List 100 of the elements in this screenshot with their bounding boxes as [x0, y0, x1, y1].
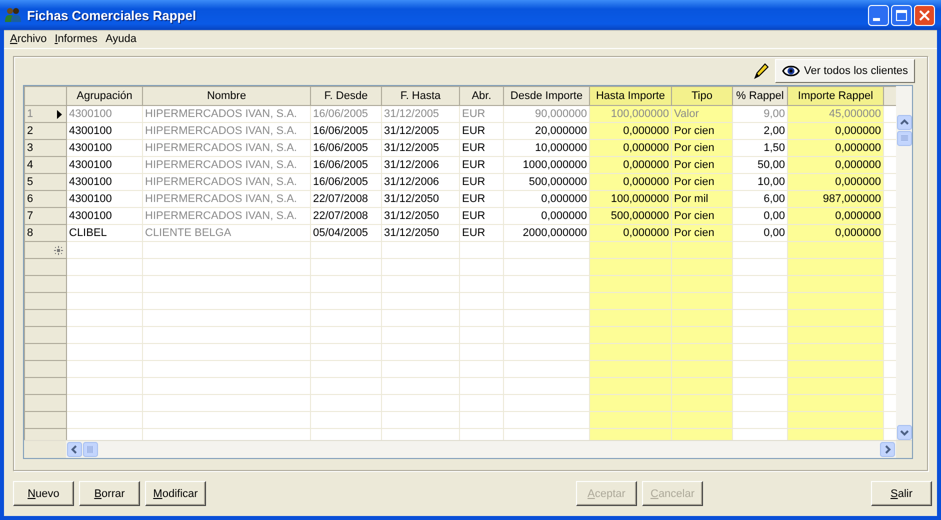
table-cell: 31/12/2050 [382, 208, 460, 224]
row-header[interactable]: 4 [24, 156, 66, 174]
close-icon[interactable] [914, 4, 935, 26]
table-cell: EUR [460, 122, 504, 140]
maximize-icon[interactable] [891, 4, 912, 26]
table-cell: 0,000000 [590, 174, 672, 190]
table-cell: 0,000000 [788, 174, 884, 190]
column-header[interactable]: Nombre [142, 86, 310, 106]
empty-header [884, 86, 896, 106]
pencil-icon[interactable] [753, 62, 770, 80]
table-cell: 16/06/2005 [310, 156, 382, 174]
table-cell: EUR [460, 106, 504, 122]
table-cell: Por cien [672, 122, 732, 140]
row-header[interactable]: 8 [24, 224, 66, 242]
action-button[interactable]: Borrar [79, 481, 140, 506]
scroll-thumb[interactable] [83, 442, 98, 457]
table-cell: EUR [460, 156, 504, 174]
table-cell: HIPERMERCADOS IVAN, S.A. [142, 140, 310, 156]
action-button[interactable]: Nuevo [13, 481, 74, 506]
table-cell: 10,000000 [504, 140, 590, 156]
scroll-right-icon[interactable] [880, 442, 895, 457]
row-header[interactable] [24, 242, 66, 258]
scroll-up-icon[interactable] [896, 115, 912, 130]
column-header[interactable]: % Rappel [732, 86, 788, 106]
action-button[interactable]: Modificar [145, 481, 206, 506]
table-cell: 31/12/2006 [382, 174, 460, 190]
column-header[interactable]: Abr. [460, 86, 504, 106]
table-cell: Por cien [672, 174, 732, 190]
view-all-button[interactable]: Ver todos los clientes [775, 59, 915, 83]
table-cell: 500,000000 [590, 208, 672, 224]
table-cell: CLIBEL [66, 224, 142, 242]
table-cell: 100,000000 [590, 190, 672, 208]
table-cell: HIPERMERCADOS IVAN, S.A. [142, 208, 310, 224]
menu-item[interactable]: Informes [50, 33, 102, 45]
table-cell: 0,000000 [788, 208, 884, 224]
table-cell: 0,000000 [788, 140, 884, 156]
menu-item[interactable]: Archivo [6, 33, 51, 45]
table-cell: 0,000000 [590, 224, 672, 242]
empty-cell [460, 242, 504, 258]
table-cell: Valor [672, 106, 732, 122]
menu-item[interactable]: Ayuda [102, 33, 140, 45]
table-cell: HIPERMERCADOS IVAN, S.A. [142, 122, 310, 140]
table-cell: 987,000000 [788, 190, 884, 208]
table-cell: HIPERMERCADOS IVAN, S.A. [142, 106, 310, 122]
column-header[interactable]: Importe Rappel [788, 86, 884, 106]
table-cell: 45,000000 [788, 106, 884, 122]
table-cell: 4300100 [66, 208, 142, 224]
table-cell: CLIENTE BELGA [142, 224, 310, 242]
table-cell: 20,000000 [504, 122, 590, 140]
table-cell: EUR [460, 190, 504, 208]
table-cell: 22/07/2008 [310, 208, 382, 224]
column-header[interactable]: F. Desde [310, 86, 382, 106]
table-cell: 31/12/2050 [382, 190, 460, 208]
table-cell: Por cien [672, 156, 732, 174]
column-header[interactable]: F. Hasta [382, 86, 460, 106]
scroll-down-icon[interactable] [896, 425, 912, 440]
table-cell: HIPERMERCADOS IVAN, S.A. [142, 174, 310, 190]
table-cell: 16/06/2005 [310, 106, 382, 122]
row-header[interactable]: 7 [24, 208, 66, 224]
table-cell: Por cien [672, 224, 732, 242]
column-header[interactable]: Agrupación [66, 86, 142, 106]
table-cell: 1000,000000 [504, 156, 590, 174]
table-cell: 31/12/2005 [382, 106, 460, 122]
minimize-icon[interactable] [868, 4, 889, 26]
table-cell: EUR [460, 208, 504, 224]
table-cell: Por cien [672, 208, 732, 224]
table-cell: 2000,000000 [504, 224, 590, 242]
table-cell: 0,000000 [504, 190, 590, 208]
table-cell: 0,000000 [590, 140, 672, 156]
table-cell: 0,000000 [590, 156, 672, 174]
action-button[interactable]: Salir [871, 481, 932, 506]
column-header[interactable]: Hasta Importe [590, 86, 672, 106]
table-cell: 22/07/2008 [310, 190, 382, 208]
table-cell: 4300100 [66, 156, 142, 174]
table-cell: 4300100 [66, 106, 142, 122]
table-cell: 500,000000 [504, 174, 590, 190]
row-header[interactable]: 3 [24, 140, 66, 156]
table-cell: HIPERMERCADOS IVAN, S.A. [142, 156, 310, 174]
table-cell: 0,000000 [788, 224, 884, 242]
row-header[interactable]: 6 [24, 190, 66, 208]
scroll-left-icon[interactable] [67, 442, 82, 457]
table-cell: 4300100 [66, 140, 142, 156]
row-header[interactable]: 2 [24, 122, 66, 140]
table-cell: 16/06/2005 [310, 122, 382, 140]
window-title: Fichas Comerciales Rappel [27, 8, 198, 22]
current-row-icon [57, 110, 62, 119]
table-cell: EUR [460, 224, 504, 242]
table-cell: 16/06/2005 [310, 174, 382, 190]
table-cell: HIPERMERCADOS IVAN, S.A. [142, 190, 310, 208]
column-header[interactable]: Desde Importe [504, 86, 590, 106]
row-header[interactable]: 5 [24, 174, 66, 190]
table-cell: EUR [460, 174, 504, 190]
table-cell: 31/12/2006 [382, 156, 460, 174]
table-cell: 16/06/2005 [310, 140, 382, 156]
table-cell: 100,000000 [590, 106, 672, 122]
table-cell: 90,000000 [504, 106, 590, 122]
column-header[interactable]: Tipo [672, 86, 732, 106]
scroll-thumb[interactable] [896, 131, 912, 146]
empty-cell [310, 242, 382, 258]
table-cell: EUR [460, 140, 504, 156]
